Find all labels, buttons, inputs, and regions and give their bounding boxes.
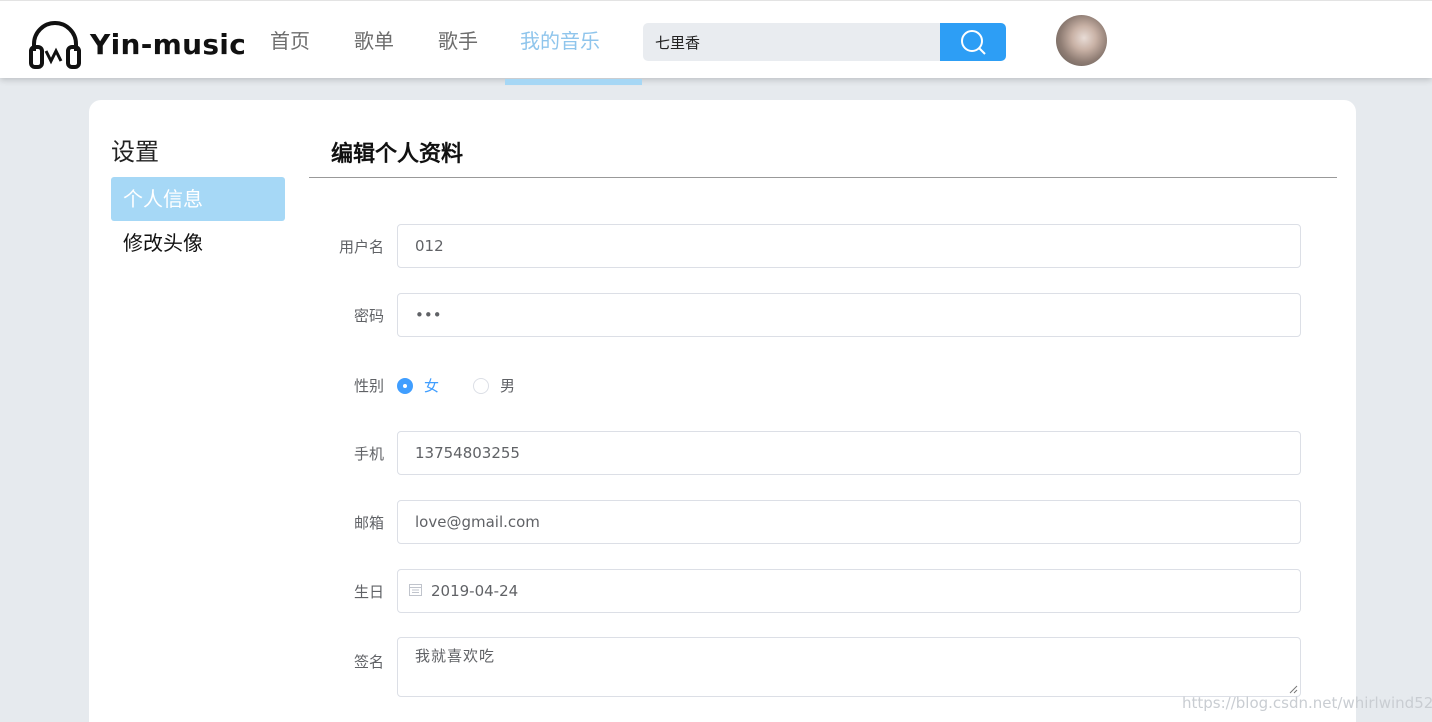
birthday-date-picker[interactable]: 2019-04-24: [397, 569, 1301, 613]
birthday-label: 生日: [353, 583, 384, 601]
password-field[interactable]: •••: [397, 293, 1301, 337]
page-title: 编辑个人资料: [331, 142, 464, 167]
user-avatar[interactable]: [1056, 15, 1107, 66]
settings-title: 设置: [111, 138, 159, 166]
sidebar-item-profile[interactable]: 个人信息: [111, 177, 285, 221]
email-field[interactable]: love@gmail.com: [397, 500, 1301, 544]
watermark: https://blog.csdn.net/whirlwind526: [1182, 694, 1432, 712]
search-icon: [961, 30, 986, 55]
nav-home[interactable]: 首页: [248, 1, 332, 79]
top-header: Yin-music 首页 歌单 歌手 我的音乐: [0, 0, 1432, 85]
gender-radio-group: 女 男: [397, 375, 549, 396]
brand-logo[interactable]: Yin-music: [28, 17, 246, 71]
headphones-icon: [29, 21, 81, 69]
nav-playlists[interactable]: 歌单: [332, 1, 416, 79]
resize-handle-icon[interactable]: [1289, 685, 1298, 694]
brand-name: Yin-music: [90, 27, 247, 61]
signature-label: 签名: [353, 653, 384, 671]
phone-field[interactable]: 13754803255: [397, 431, 1301, 475]
username-field[interactable]: 012: [397, 224, 1301, 268]
gender-female-radio[interactable]: 女: [397, 375, 439, 396]
username-label: 用户名: [338, 238, 384, 256]
gender-label: 性别: [353, 377, 384, 395]
signature-textarea[interactable]: 我就喜欢吃: [397, 637, 1301, 697]
phone-label: 手机: [353, 445, 384, 463]
calendar-icon: [409, 584, 422, 596]
radio-checked-icon: [397, 377, 413, 394]
gender-male-radio[interactable]: 男: [473, 375, 515, 396]
radio-unchecked-icon: [473, 377, 490, 394]
search-input[interactable]: [643, 23, 940, 61]
settings-card: 设置 个人信息 修改头像 编辑个人资料 用户名 012 密码 ••• 性别 女 …: [89, 100, 1356, 722]
sidebar-item-avatar[interactable]: 修改头像: [111, 221, 285, 265]
main-nav: 首页 歌单 歌手 我的音乐: [248, 1, 642, 85]
nav-singers[interactable]: 歌手: [416, 1, 500, 79]
search-bar: [643, 23, 1006, 61]
title-divider: [309, 177, 1337, 178]
search-button[interactable]: [940, 23, 1006, 61]
email-label: 邮箱: [353, 514, 384, 532]
signature-text: 我就喜欢吃: [415, 647, 496, 665]
password-label: 密码: [353, 307, 384, 325]
nav-my-music[interactable]: 我的音乐: [500, 1, 642, 85]
